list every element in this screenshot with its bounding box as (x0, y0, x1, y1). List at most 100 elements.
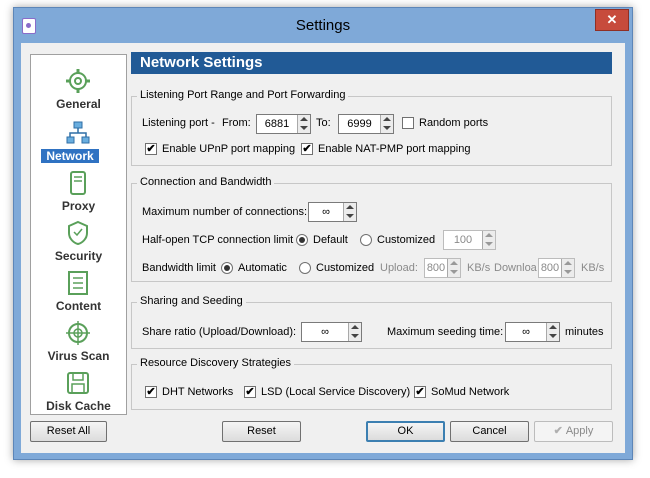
network-icon (66, 121, 90, 144)
category-sidebar: General Network Proxy Security Content V… (30, 54, 127, 415)
upload-limit-stepper[interactable]: 800 (424, 258, 461, 278)
download-unit: KB/s (581, 262, 605, 274)
crosshair-icon (66, 321, 90, 345)
to-port-value: 6999 (347, 118, 372, 130)
sidebar-item-disk-cache[interactable]: Disk Cache (31, 367, 126, 415)
halfopen-default-label: Default (313, 234, 348, 246)
max-connections-stepper[interactable]: ∞ (308, 202, 357, 222)
upnp-label: Enable UPnP port mapping (162, 143, 296, 155)
halfopen-spin[interactable] (482, 231, 495, 249)
max-seeding-time-value: ∞ (522, 326, 530, 338)
to-port-spin[interactable] (380, 115, 393, 133)
shield-icon (68, 220, 88, 246)
reset-all-button[interactable]: Reset All (30, 421, 107, 442)
upload-limit-spin[interactable] (447, 259, 460, 277)
dht-label: DHT Networks (162, 386, 234, 398)
from-port-stepper[interactable]: 6881 (256, 114, 311, 134)
random-ports-checkbox[interactable] (402, 117, 414, 129)
max-connections-label: Maximum number of connections: (142, 206, 308, 218)
ok-button[interactable]: OK (366, 421, 445, 442)
group-legend-sharing: Sharing and Seeding (137, 295, 246, 307)
halfopen-value: 100 (453, 234, 473, 246)
sidebar-label-proxy: Proxy (61, 199, 96, 213)
to-port-stepper[interactable]: 6999 (338, 114, 394, 134)
sidebar-item-security[interactable]: Security (31, 217, 126, 265)
group-sharing-seeding: Sharing and Seeding Share ratio (Upload/… (131, 295, 612, 349)
sidebar-label-general: General (56, 97, 101, 111)
max-seeding-time-unit: minutes (565, 326, 604, 338)
cancel-button[interactable]: Cancel (450, 421, 529, 442)
list-icon (68, 271, 88, 295)
halfopen-value-stepper[interactable]: 100 (443, 230, 496, 250)
max-seeding-time-spin[interactable] (546, 323, 559, 341)
upload-unit: KB/s (467, 262, 491, 274)
window-title: Settings (295, 17, 351, 34)
download-limit-stepper[interactable]: 800 (538, 258, 575, 278)
sidebar-item-content[interactable]: Content (31, 267, 126, 315)
upload-label: Upload: (380, 262, 418, 274)
gear-icon (66, 69, 90, 93)
apply-label: Apply (565, 425, 594, 437)
sidebar-label-network: Network (41, 149, 99, 163)
somud-checkbox[interactable]: ✔ (414, 386, 426, 398)
group-legend-ports: Listening Port Range and Port Forwarding (137, 89, 349, 101)
sidebar-label-virus-scan: Virus Scan (47, 349, 110, 363)
max-seeding-time-stepper[interactable]: ∞ (505, 322, 560, 342)
share-ratio-value: ∞ (321, 326, 329, 338)
bandwidth-auto-radio[interactable] (221, 262, 233, 274)
group-resource-discovery: Resource Discovery Strategies ✔ DHT Netw… (131, 357, 612, 410)
bandwidth-limit-label: Bandwidth limit (142, 262, 216, 274)
share-ratio-label: Share ratio (Upload/Download): (142, 326, 297, 338)
max-connections-spin[interactable] (343, 203, 356, 221)
bandwidth-auto-label: Automatic (238, 262, 287, 274)
sidebar-item-virus-scan[interactable]: Virus Scan (31, 317, 126, 365)
from-label: From: (222, 117, 251, 129)
group-legend-discovery: Resource Discovery Strategies (137, 357, 295, 369)
apply-button[interactable]: ✔ Apply (534, 421, 613, 442)
sidebar-item-proxy[interactable]: Proxy (31, 167, 126, 215)
sidebar-item-network[interactable]: Network (31, 117, 126, 165)
group-port-range: Listening Port Range and Port Forwarding… (131, 89, 612, 166)
dialog-client: General Network Proxy Security Content V… (21, 43, 625, 453)
checkmark-icon: ✔ (553, 425, 563, 437)
halfopen-custom-label: Customized (377, 234, 436, 246)
sidebar-label-disk-cache: Disk Cache (46, 399, 111, 413)
floppy-icon (67, 372, 89, 394)
max-seeding-time-label: Maximum seeding time: (387, 326, 504, 338)
page-title: Network Settings (131, 52, 612, 74)
sidebar-label-content: Content (55, 299, 102, 313)
settings-window: Settings ✕ General Network Proxy Securit… (13, 7, 633, 460)
download-label: Downloa (494, 262, 537, 274)
group-connection-bandwidth: Connection and Bandwidth Maximum number … (131, 176, 612, 282)
random-ports-label: Random ports (419, 117, 489, 129)
share-ratio-spin[interactable] (348, 323, 361, 341)
download-limit-spin[interactable] (561, 259, 574, 277)
group-legend-bandwidth: Connection and Bandwidth (137, 176, 275, 188)
dht-checkbox[interactable]: ✔ (145, 386, 157, 398)
halfopen-label: Half-open TCP connection limit (142, 234, 294, 246)
somud-label: SoMud Network (431, 386, 510, 398)
title-bar: Settings ✕ (14, 8, 632, 43)
sidebar-item-general[interactable]: General (31, 65, 126, 113)
upload-limit-value: 800 (426, 262, 446, 274)
upnp-checkbox[interactable]: ✔ (145, 143, 157, 155)
reset-button[interactable]: Reset (222, 421, 301, 442)
bandwidth-custom-radio[interactable] (299, 262, 311, 274)
proxy-icon (70, 171, 86, 195)
bandwidth-custom-label: Customized (316, 262, 375, 274)
max-connections-value: ∞ (322, 206, 330, 218)
from-port-value: 6881 (264, 118, 290, 130)
lsd-checkbox[interactable]: ✔ (244, 386, 256, 398)
natpmp-checkbox[interactable]: ✔ (301, 143, 313, 155)
download-limit-value: 800 (540, 262, 560, 274)
halfopen-default-radio[interactable] (296, 234, 308, 246)
lsd-label: LSD (Local Service Discovery) (261, 386, 411, 398)
listening-port-label: Listening port - (142, 117, 215, 129)
from-port-spin[interactable] (297, 115, 310, 133)
share-ratio-stepper[interactable]: ∞ (301, 322, 362, 342)
close-button[interactable]: ✕ (595, 9, 629, 31)
to-label: To: (316, 117, 331, 129)
natpmp-label: Enable NAT-PMP port mapping (318, 143, 471, 155)
sidebar-label-security: Security (54, 249, 103, 263)
halfopen-custom-radio[interactable] (360, 234, 372, 246)
